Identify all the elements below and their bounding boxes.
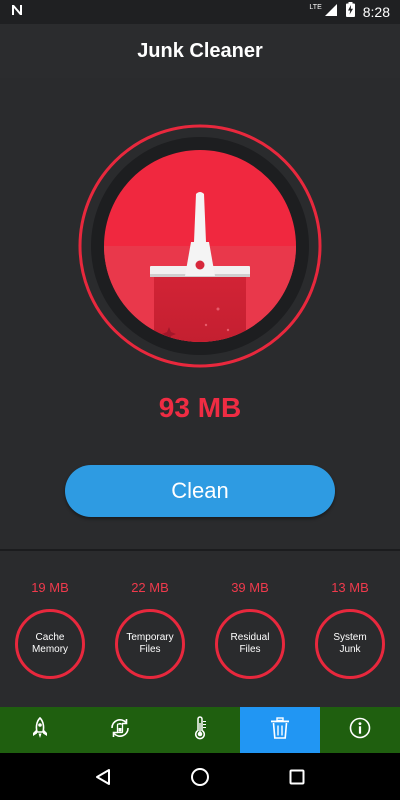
network-label: LTE — [309, 3, 322, 11]
thermometer-icon — [193, 715, 207, 745]
nav-junk-cleaner[interactable] — [240, 707, 320, 753]
trash-icon — [270, 716, 290, 744]
n-notification-icon — [10, 3, 24, 22]
info-icon — [349, 717, 371, 744]
junk-gauge — [78, 124, 322, 368]
category-ring[interactable]: Temporary Files — [115, 609, 185, 679]
clean-button[interactable]: Clean — [65, 465, 335, 517]
recents-icon[interactable] — [285, 765, 309, 789]
status-time: 8:28 — [362, 4, 390, 20]
battery-sync-icon — [108, 716, 132, 745]
category-label: Residual Files — [230, 632, 270, 655]
junk-total-size: 93 MB — [158, 392, 242, 423]
nav-booster[interactable] — [0, 707, 80, 753]
nav-info[interactable] — [320, 707, 400, 753]
category-label: Cache Memory — [31, 632, 69, 655]
category-system-junk[interactable]: 13 MB System Junk — [300, 551, 400, 707]
back-icon[interactable] — [91, 765, 115, 789]
bottom-nav — [0, 707, 400, 753]
category-temporary-files[interactable]: 22 MB Temporary Files — [100, 551, 200, 707]
main-panel: 93 MB Clean — [0, 78, 400, 550]
app-bar: Junk Cleaner — [0, 24, 400, 78]
category-size: 19 MB — [31, 580, 69, 595]
category-label: Temporary Files — [126, 632, 174, 655]
status-bar: LTE 8:28 — [0, 0, 400, 24]
lte-signal-icon — [324, 3, 338, 22]
category-ring[interactable]: Cache Memory — [15, 609, 85, 679]
system-nav-bar — [0, 753, 400, 800]
category-size: 13 MB — [331, 580, 369, 595]
home-icon[interactable] — [188, 765, 212, 789]
category-ring[interactable]: Residual Files — [215, 609, 285, 679]
battery-charging-icon — [345, 2, 355, 22]
category-residual-files[interactable]: 39 MB Residual Files — [200, 551, 300, 707]
category-ring[interactable]: System Junk — [315, 609, 385, 679]
rocket-icon — [30, 716, 50, 744]
category-cache-memory[interactable]: 19 MB Cache Memory — [0, 551, 100, 707]
nav-cpu-cooler[interactable] — [160, 707, 240, 753]
junk-categories: 19 MB Cache Memory 22 MB Temporary Files… — [0, 551, 400, 707]
nav-battery-saver[interactable] — [80, 707, 160, 753]
category-label: System Junk — [333, 632, 367, 655]
category-size: 22 MB — [131, 580, 169, 595]
page-title: Junk Cleaner — [137, 39, 263, 62]
category-size: 39 MB — [231, 580, 269, 595]
